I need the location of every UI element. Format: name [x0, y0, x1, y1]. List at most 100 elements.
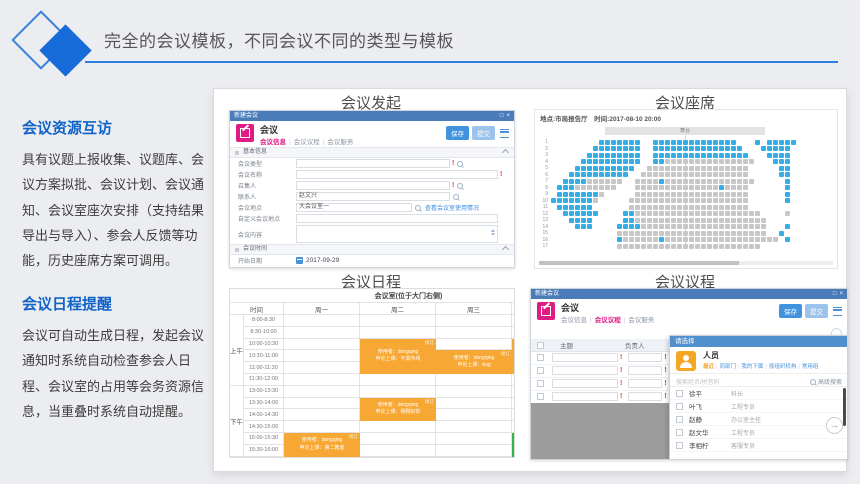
move-right-button[interactable]: →: [826, 417, 843, 434]
seat-empty[interactable]: [653, 211, 658, 217]
seat-empty[interactable]: [659, 172, 664, 178]
seat-selected[interactable]: [569, 191, 574, 197]
seat-selected[interactable]: [785, 152, 790, 158]
seat-empty[interactable]: [725, 191, 730, 197]
seat-empty[interactable]: [737, 198, 742, 204]
schedule-cell[interactable]: [284, 315, 360, 327]
seat-selected[interactable]: [581, 198, 586, 204]
close-icon[interactable]: ×: [839, 291, 843, 297]
owner-input[interactable]: [628, 392, 663, 401]
seat-empty[interactable]: [707, 185, 712, 191]
seat-empty[interactable]: [641, 211, 646, 217]
seat-selected[interactable]: [617, 172, 622, 178]
seat-selected[interactable]: [587, 204, 592, 210]
tab-同部门[interactable]: 同部门: [719, 364, 736, 370]
schedule-cell[interactable]: [436, 409, 512, 422]
seat-selected[interactable]: [575, 178, 580, 184]
seat-empty[interactable]: [641, 243, 646, 249]
seat-empty[interactable]: [725, 198, 730, 204]
seat-empty[interactable]: [743, 243, 748, 249]
seat-selected[interactable]: [785, 139, 790, 145]
seat-empty[interactable]: [701, 185, 706, 191]
tab-我的下属[interactable]: 我的下属: [741, 364, 763, 370]
seat-empty[interactable]: [677, 243, 682, 249]
seat-selected[interactable]: [593, 152, 598, 158]
seat-selected[interactable]: [617, 224, 622, 230]
seat-selected[interactable]: [587, 217, 592, 223]
seat-selected[interactable]: [617, 237, 622, 243]
seat-empty[interactable]: [695, 217, 700, 223]
seat-empty[interactable]: [629, 243, 634, 249]
seat-selected[interactable]: [617, 165, 622, 171]
seat-empty[interactable]: [701, 230, 706, 236]
seat-empty[interactable]: [641, 204, 646, 210]
seat-selected[interactable]: [785, 185, 790, 191]
booking-event[interactable]: 使用者：dongqing 申论上课：bug 续订: [436, 350, 512, 374]
seat-empty[interactable]: [689, 165, 694, 171]
tab-会议服务[interactable]: 会议服务: [327, 139, 353, 146]
seat-selected[interactable]: [569, 211, 574, 217]
seat-empty[interactable]: [695, 204, 700, 210]
seat-selected[interactable]: [683, 146, 688, 152]
seat-empty[interactable]: [671, 159, 676, 165]
seat-empty[interactable]: [647, 237, 652, 243]
seat-empty[interactable]: [635, 230, 640, 236]
seat-empty[interactable]: [653, 243, 658, 249]
schedule-cell[interactable]: [512, 315, 514, 327]
seat-empty[interactable]: [611, 185, 616, 191]
seat-empty[interactable]: [761, 217, 766, 223]
seat-empty[interactable]: [713, 243, 718, 249]
seat-selected[interactable]: [719, 146, 724, 152]
seat-empty[interactable]: [743, 178, 748, 184]
seat-selected[interactable]: [629, 217, 634, 223]
seat-selected[interactable]: [623, 224, 628, 230]
seat-empty[interactable]: [737, 224, 742, 230]
seat-selected[interactable]: [605, 152, 610, 158]
seat-empty[interactable]: [665, 237, 670, 243]
seat-selected[interactable]: [623, 146, 628, 152]
seat-empty[interactable]: [665, 230, 670, 236]
lookup-search-icon[interactable]: [457, 160, 464, 167]
seat-empty[interactable]: [599, 191, 604, 197]
person-row[interactable]: 赵静 办公室主任: [670, 413, 847, 426]
seat-empty[interactable]: [701, 243, 706, 249]
seat-empty[interactable]: [689, 198, 694, 204]
seat-selected[interactable]: [557, 204, 562, 210]
schedule-cell[interactable]: [360, 374, 436, 386]
seat-empty[interactable]: [653, 165, 658, 171]
seat-empty[interactable]: [737, 159, 742, 165]
seat-selected[interactable]: [575, 191, 580, 197]
seat-selected[interactable]: [581, 204, 586, 210]
seat-empty[interactable]: [719, 172, 724, 178]
seat-empty[interactable]: [701, 165, 706, 171]
seat-empty[interactable]: [677, 211, 682, 217]
seat-empty[interactable]: [647, 165, 652, 171]
seat-empty[interactable]: [641, 224, 646, 230]
seat-selected[interactable]: [701, 146, 706, 152]
seat-empty[interactable]: [689, 159, 694, 165]
seat-empty[interactable]: [647, 185, 652, 191]
seat-selected[interactable]: [581, 211, 586, 217]
schedule-cell[interactable]: [284, 362, 360, 374]
booking-event[interactable]: 使用者：dongqing 申论上课：第二教室 续订: [284, 433, 360, 457]
seat-selected[interactable]: [659, 152, 664, 158]
tab-按组织机构[interactable]: 按组织机构: [769, 364, 797, 370]
schedule-cell[interactable]: [360, 433, 436, 445]
seat-empty[interactable]: [671, 165, 676, 171]
seat-empty[interactable]: [683, 204, 688, 210]
seat-selected[interactable]: [773, 159, 778, 165]
seat-empty[interactable]: [713, 165, 718, 171]
seat-empty[interactable]: [605, 178, 610, 184]
seat-selected[interactable]: [779, 159, 784, 165]
input-召集人[interactable]: [296, 181, 450, 190]
seat-selected[interactable]: [683, 152, 688, 158]
seat-selected[interactable]: [563, 185, 568, 191]
seat-empty[interactable]: [731, 217, 736, 223]
seat-empty[interactable]: [641, 178, 646, 184]
seat-empty[interactable]: [683, 230, 688, 236]
schedule-cell[interactable]: [436, 385, 512, 398]
seat-selected[interactable]: [707, 146, 712, 152]
seat-empty[interactable]: [647, 172, 652, 178]
seat-selected[interactable]: [785, 159, 790, 165]
booking-event[interactable]: 使用者申论上课: [512, 433, 514, 457]
